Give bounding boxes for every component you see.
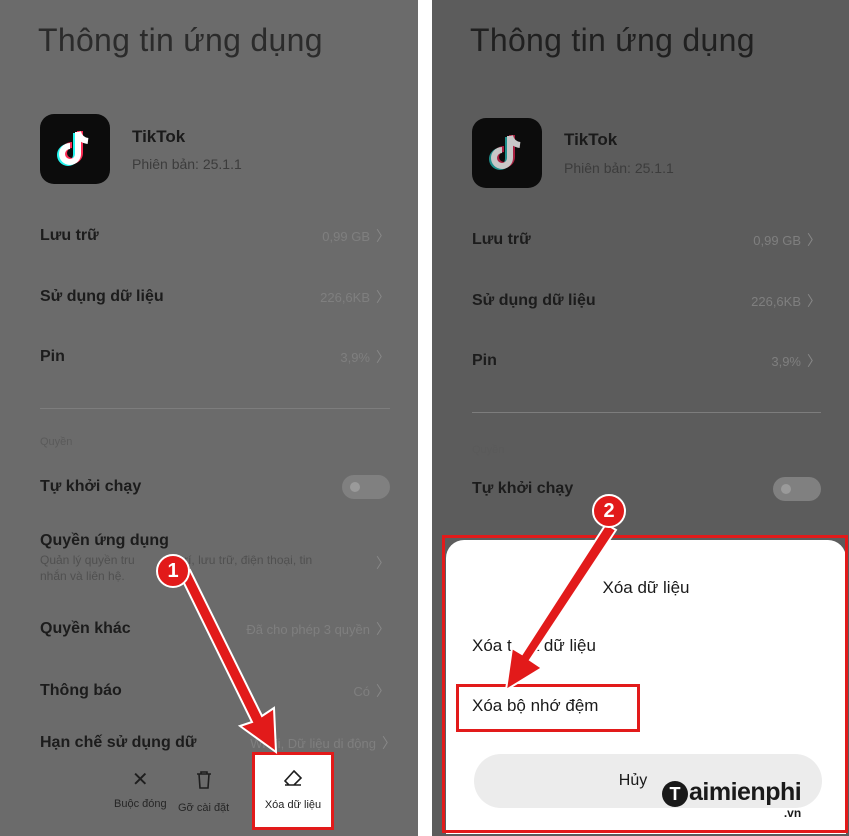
arrow-1 <box>178 568 278 755</box>
logo-initial: T <box>662 781 688 807</box>
watermark-logo: T aimienphi .vn <box>662 778 802 820</box>
logo-suffix: .vn <box>783 806 802 820</box>
step-badge-2: 2 <box>592 494 626 528</box>
arrow-2 <box>504 522 618 692</box>
logo-brand: aimienphi <box>689 778 802 806</box>
annotation-arrows <box>178 522 618 755</box>
step-badge-1: 1 <box>156 554 190 588</box>
